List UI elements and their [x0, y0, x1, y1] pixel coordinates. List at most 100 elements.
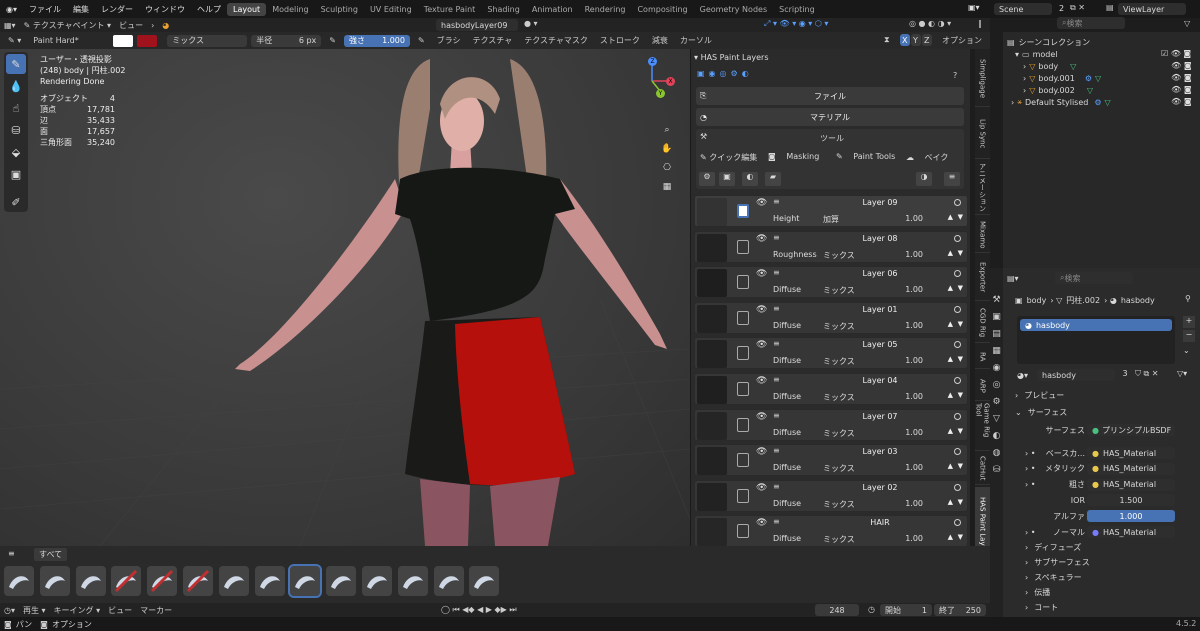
- sidebar-tab[interactable]: ARP: [975, 371, 990, 401]
- outliner-visibility-column[interactable]: ☑ 👁 ◙ 👁 ◙ 👁 ◙ 👁 ◙ 👁 ◙: [1161, 48, 1192, 108]
- layer-radio-icon[interactable]: [954, 270, 961, 278]
- axis-y-toggle[interactable]: Y: [911, 34, 921, 46]
- layer-radio-icon[interactable]: [954, 234, 961, 242]
- chevron-right-icon[interactable]: ›: [147, 21, 158, 30]
- layer-mask-icon[interactable]: [737, 382, 749, 396]
- layer-mask-icon[interactable]: [737, 524, 749, 539]
- layer-blend-mode[interactable]: ミックス: [823, 250, 855, 261]
- layer-opacity[interactable]: 1.00: [875, 428, 923, 437]
- annotate-tool-icon[interactable]: ✐: [6, 192, 26, 212]
- pen-pressure-icon-2[interactable]: ✎: [414, 36, 429, 45]
- quick-edit-button[interactable]: ✎ クイック編集: [700, 152, 757, 163]
- material-slot-list[interactable]: ◕ hasbody: [1017, 316, 1175, 364]
- layer-image-icon[interactable]: ▣: [719, 172, 735, 186]
- timeline-editor-icon[interactable]: ◷▾: [0, 606, 19, 615]
- layer-mask-icon[interactable]: [737, 453, 749, 468]
- material-selector[interactable]: ◕▾: [1017, 369, 1028, 381]
- menu-window[interactable]: ウィンドウ: [139, 4, 191, 15]
- sidebar-tab[interactable]: RA: [975, 345, 990, 369]
- menu-brush[interactable]: ブラシ: [433, 35, 465, 46]
- current-frame-field[interactable]: 248: [815, 604, 859, 616]
- sidebar-tab[interactable]: Exporter: [975, 255, 990, 301]
- workspace-tab-layout[interactable]: Layout: [227, 2, 267, 16]
- layer-refresh-icon[interactable]: ◐: [742, 172, 758, 186]
- layer-menu-icon[interactable]: ≡: [944, 172, 960, 186]
- layer-menu-icon[interactable]: ≡: [773, 268, 780, 277]
- help-icon[interactable]: ?: [953, 71, 957, 80]
- input-value-field[interactable]: ● HAS_Material: [1087, 462, 1175, 475]
- options-menu[interactable]: オプション: [938, 35, 986, 46]
- image-dot-icon[interactable]: ● ▾: [520, 19, 542, 28]
- layer-blend-mode[interactable]: ミックス: [823, 428, 855, 439]
- pause-icon[interactable]: ‖: [974, 19, 986, 28]
- material-button[interactable]: ◔ マテリアル: [696, 108, 964, 126]
- properties-tab-icons[interactable]: ⚒ ▣ ▤ ▦ ◉ ◎ ⚙ ▽ ◐ ◍ ⛁: [990, 268, 1003, 479]
- sidebar-tab[interactable]: Simpligage: [975, 51, 990, 107]
- brush-name[interactable]: Paint Hard*: [29, 36, 109, 45]
- brush-thumbnail[interactable]: [39, 566, 70, 596]
- layer-row[interactable]: 👁 ≡ Layer 07 Diffuse ミックス 1.00 ▲ ▼: [694, 408, 968, 441]
- view-menu[interactable]: ビュー: [115, 20, 147, 31]
- pin-icon[interactable]: ⚲: [1185, 294, 1191, 303]
- layer-menu-icon[interactable]: ≡: [773, 446, 780, 455]
- move-up-icon[interactable]: ▲: [948, 355, 953, 363]
- layer-thumbnail[interactable]: [697, 376, 727, 404]
- color-wheel-icon[interactable]: ◕: [158, 21, 173, 30]
- playback-controls[interactable]: ◯ ⏮ ◀◆ ◀ ▶ ◆▶ ⏭: [437, 605, 521, 615]
- preview-section[interactable]: › プレビュー: [1015, 389, 1064, 401]
- workspace-tab-geometry-nodes[interactable]: Geometry Nodes: [694, 3, 773, 16]
- brush-thumbnail[interactable]: [4, 566, 34, 596]
- strength-field[interactable]: 強さ 1.000: [343, 34, 410, 47]
- clone-tool-icon[interactable]: ⛁: [6, 120, 26, 140]
- layer-opacity[interactable]: 1.00: [875, 463, 923, 472]
- outliner-search-input[interactable]: ⌕ 検索: [1057, 17, 1125, 29]
- move-up-icon[interactable]: ▲: [948, 249, 953, 257]
- brush-thumbnail[interactable]: [362, 566, 392, 596]
- gizmo-y-axis[interactable]: Y: [656, 89, 665, 98]
- layer-opacity[interactable]: 1.00: [875, 250, 923, 259]
- scene-name-field[interactable]: Scene: [994, 3, 1052, 15]
- layer-thumbnail[interactable]: [697, 198, 727, 226]
- eye-icon[interactable]: 👁: [756, 483, 767, 493]
- playback-menu[interactable]: 再生 ▾: [19, 605, 50, 616]
- layer-radio-icon[interactable]: [954, 341, 961, 349]
- sidebar-tab[interactable]: CGD Rig: [975, 303, 990, 343]
- layer-opacity[interactable]: 1.00: [875, 499, 923, 508]
- sidebar-tab[interactable]: Mixamo: [975, 217, 990, 253]
- move-up-icon[interactable]: ▲: [948, 498, 953, 506]
- layer-menu-icon[interactable]: ≡: [773, 304, 780, 313]
- brush-thumbnail[interactable]: [288, 564, 323, 598]
- surface-shader-field[interactable]: ● プリンシプルBSDF: [1087, 424, 1175, 436]
- bake-button[interactable]: ☁ ベイク: [906, 152, 948, 163]
- move-down-icon[interactable]: ▼: [958, 355, 963, 363]
- layer-mask-icon[interactable]: [737, 275, 749, 290]
- filter-icon[interactable]: ▽: [1180, 19, 1194, 28]
- layer-opacity[interactable]: 1.00: [875, 534, 923, 543]
- camera-icon[interactable]: ⎔: [660, 161, 674, 175]
- outliner-item-default-stylised[interactable]: › ⚹ Default Stylised ⚙ ▽: [1011, 96, 1111, 108]
- layer-blend-mode[interactable]: ミックス: [823, 499, 855, 510]
- subsection-header[interactable]: › コート: [1025, 602, 1058, 614]
- workspace-tab-scripting[interactable]: Scripting: [773, 3, 821, 16]
- marker-menu[interactable]: マーカー: [136, 605, 176, 616]
- brush-thumbnail[interactable]: [397, 566, 428, 596]
- layer-blend-mode[interactable]: ミックス: [823, 356, 855, 367]
- shading-mode-icons[interactable]: ◎ ● ◐ ◑ ▾: [905, 19, 955, 28]
- eye-icon[interactable]: 👁: [756, 198, 767, 208]
- soften-tool-icon[interactable]: 💧: [6, 76, 26, 96]
- layer-menu-icon[interactable]: ≡: [773, 375, 780, 384]
- layer-opacity[interactable]: 1.00: [875, 321, 923, 330]
- outliner-item-body-002[interactable]: › ▽ body.002 ▽: [1023, 84, 1093, 96]
- 3d-viewport[interactable]: ✎ 💧 ☝ ⛁ ⬙ ▣ ✐ ユーザー・透視投影 (248) body | 円柱.…: [0, 49, 690, 546]
- brush-thumbnail[interactable]: [433, 566, 464, 596]
- brush-thumbnail[interactable]: [183, 566, 213, 596]
- surface-section[interactable]: ⌄ サーフェス: [1015, 406, 1067, 418]
- sidebar-tab[interactable]: Lip Sync: [975, 109, 990, 159]
- layer-opacity[interactable]: 1.00: [875, 356, 923, 365]
- outliner-item-model[interactable]: ▾ ▭ model: [1015, 48, 1058, 60]
- move-down-icon[interactable]: ▼: [958, 213, 963, 221]
- panel-icon-row[interactable]: ▣◉◎⚙◐: [697, 69, 753, 78]
- menu-cursor[interactable]: カーソル: [676, 35, 716, 46]
- menu-texture[interactable]: テクスチャ: [469, 35, 517, 46]
- blend-mode-dropdown[interactable]: ミックス: [167, 34, 248, 47]
